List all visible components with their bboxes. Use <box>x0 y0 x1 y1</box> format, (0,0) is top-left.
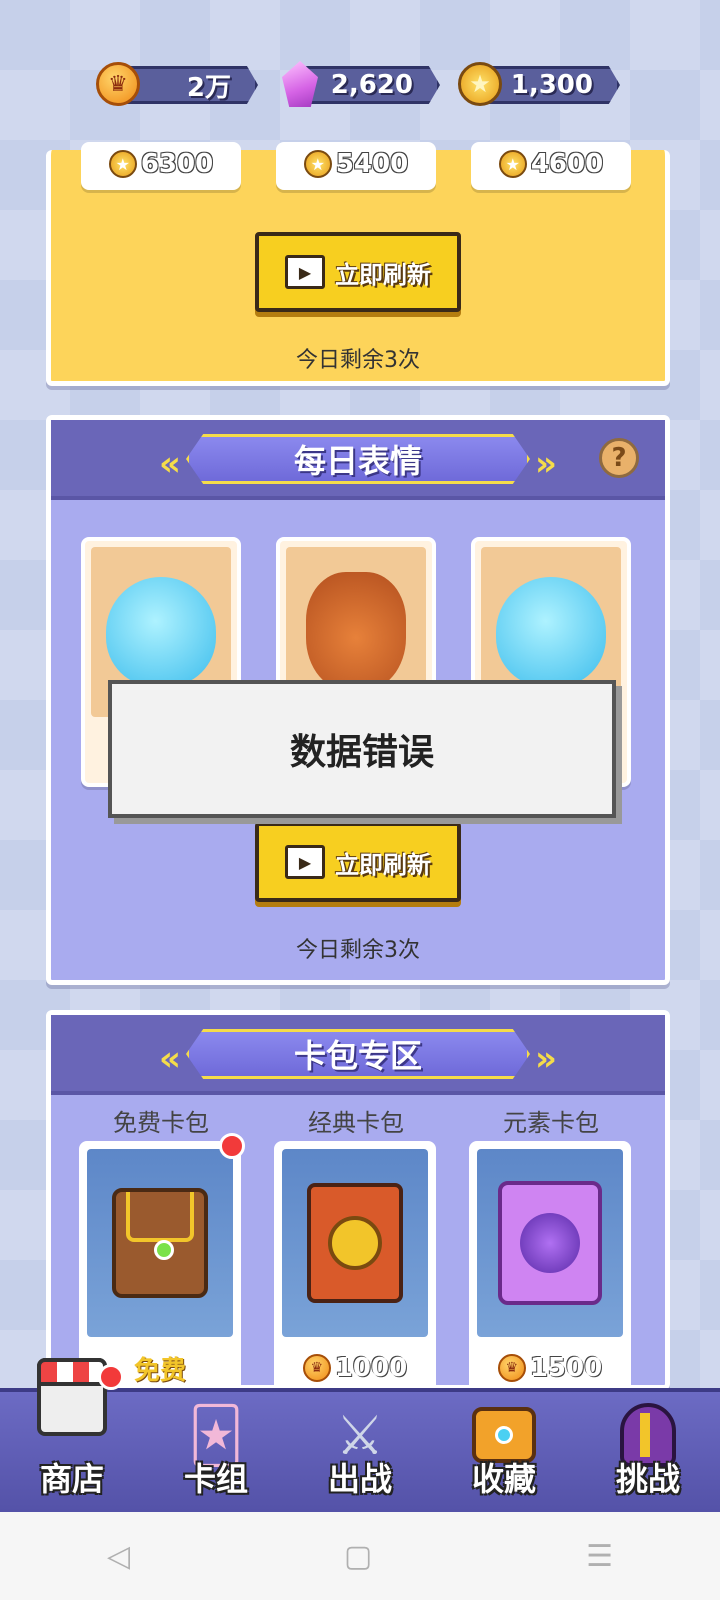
ice-spirit-icon <box>106 577 216 687</box>
pack-art <box>282 1149 428 1337</box>
refresh-button[interactable]: ▶ 立即刷新 <box>255 822 461 902</box>
element-pack-card[interactable]: ♛ 1500 <box>469 1141 631 1401</box>
system-nav-bar: ◁ ▢ ☰ <box>0 1512 720 1600</box>
currency-bar: ♛ 2万 2,620 ★ 1,300 <box>0 58 720 118</box>
chevron-right-icon: » <box>535 1039 557 1079</box>
error-toast: 数据错误 <box>108 680 616 818</box>
pack-label: 经典卡包 <box>308 1109 404 1137</box>
crown-coin-icon: ♛ <box>302 1354 331 1382</box>
ice-spirit-angry-icon <box>496 577 606 687</box>
item-price: 6300 <box>140 149 214 179</box>
shop-item-card[interactable]: ★ 4600 <box>471 142 631 190</box>
menu-icon[interactable]: ☰ <box>586 1539 613 1574</box>
panel-header: « 卡包专区 » <box>51 1015 665 1095</box>
nav-collection[interactable]: 收藏 <box>432 1392 576 1512</box>
nav-label: 商店 <box>39 1460 104 1498</box>
star-price-icon: ★ <box>108 150 137 178</box>
shop-item-card[interactable]: ★ 5400 <box>276 142 436 190</box>
item-price: 4600 <box>530 149 604 179</box>
star-price-icon: ★ <box>498 150 527 178</box>
help-icon[interactable]: ? <box>599 438 639 478</box>
notification-dot <box>219 1133 245 1159</box>
pack-label: 免费卡包 <box>113 1109 209 1137</box>
shop-icon <box>37 1358 107 1436</box>
remaining-count: 今日剩余3次 <box>296 348 420 373</box>
classic-pack-card[interactable]: ♛ 1000 <box>274 1141 436 1401</box>
crown-coin-icon: ♛ <box>94 60 142 108</box>
nav-shop[interactable]: 商店 <box>0 1358 144 1512</box>
pack-art <box>477 1149 623 1337</box>
home-icon[interactable]: ▢ <box>344 1539 372 1574</box>
pack-art <box>87 1149 233 1337</box>
chevron-right-icon: » <box>535 444 557 484</box>
leather-pack-icon <box>112 1188 208 1298</box>
section-title: 每日表情 <box>186 434 530 484</box>
pack-price: 1000 <box>334 1353 408 1383</box>
remaining-count: 今日剩余3次 <box>296 938 420 963</box>
nav-label: 卡组 <box>183 1460 248 1498</box>
card-pack-panel: « 卡包专区 » 免费卡包 经典卡包 元素卡包 免费 ♛ 1000 ♛ 1500 <box>46 1010 670 1401</box>
film-icon: ▶ <box>285 255 325 289</box>
refresh-button[interactable]: ▶ 立即刷新 <box>255 232 461 312</box>
chevron-left-icon: « <box>159 444 181 484</box>
element-book-icon <box>498 1181 602 1305</box>
nav-battle[interactable]: ⚔ 出战 <box>288 1392 432 1512</box>
notification-dot <box>98 1364 124 1390</box>
bottom-nav: 商店 🃏 卡组 ⚔ 出战 收藏 挑战 <box>0 1358 720 1512</box>
shop-item-card[interactable]: ★ 6300 <box>81 142 241 190</box>
section-title: 卡包专区 <box>186 1029 530 1079</box>
chevron-left-icon: « <box>159 1039 181 1079</box>
pirate-face-icon <box>306 572 406 692</box>
nav-deck[interactable]: 🃏 卡组 <box>144 1392 288 1512</box>
classic-book-icon <box>307 1183 403 1303</box>
nav-challenge[interactable]: 挑战 <box>576 1392 720 1512</box>
crown-coin-icon: ♛ <box>497 1354 526 1382</box>
nav-label: 收藏 <box>471 1460 536 1498</box>
item-price: 5400 <box>335 149 409 179</box>
film-icon: ▶ <box>285 845 325 879</box>
refresh-label: 立即刷新 <box>335 260 431 289</box>
panel-header: « 每日表情 » ? <box>51 420 665 500</box>
nav-label: 挑战 <box>615 1460 680 1498</box>
star-badge-icon: ★ <box>456 60 504 108</box>
star-price-icon: ★ <box>303 150 332 178</box>
refresh-shop-panel: ★ 6300 ★ 5400 ★ 4600 ▶ 立即刷新 今日剩余3次 <box>46 142 670 386</box>
pink-gem-icon <box>276 60 324 108</box>
pack-label: 元素卡包 <box>503 1109 599 1137</box>
back-icon[interactable]: ◁ <box>107 1539 130 1574</box>
pack-price: 1500 <box>529 1353 603 1383</box>
refresh-label: 立即刷新 <box>335 850 431 879</box>
nav-label: 出战 <box>327 1460 392 1498</box>
